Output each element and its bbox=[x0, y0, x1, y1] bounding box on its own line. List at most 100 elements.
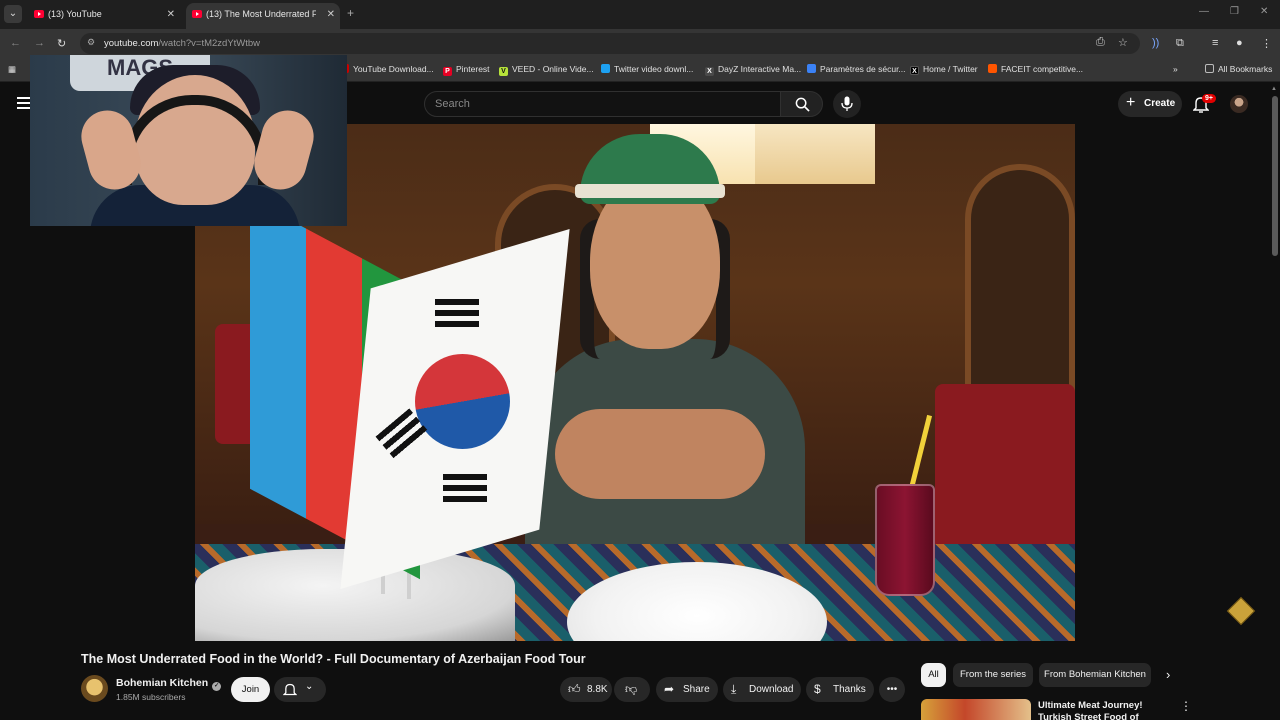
security-settings-icon bbox=[807, 64, 816, 73]
search-input[interactable]: Search bbox=[424, 91, 781, 117]
install-app-icon[interactable]: ⎙ bbox=[1096, 36, 1105, 49]
recommended-video-thumbnail[interactable] bbox=[921, 699, 1031, 720]
video-title: The Most Underrated Food in the World? -… bbox=[81, 652, 586, 666]
x-icon: X bbox=[910, 66, 919, 75]
faceit-icon bbox=[988, 64, 997, 73]
search-button[interactable] bbox=[780, 91, 823, 117]
youtube-favicon-icon bbox=[192, 10, 202, 18]
hamburger-menu-icon[interactable] bbox=[17, 97, 31, 109]
minimize-icon[interactable]: — bbox=[1199, 6, 1209, 17]
chip-all[interactable]: All bbox=[921, 663, 946, 687]
address-bar-row: ← → ↻ ⚙ youtube.com/watch?v=tM2zdYtWtbw … bbox=[0, 29, 1280, 58]
new-tab-icon[interactable]: + bbox=[347, 6, 354, 20]
bookmark-label: Paramètres de sécur... bbox=[820, 64, 906, 74]
more-vertical-icon[interactable]: ⋮ bbox=[1180, 699, 1192, 713]
like-count: 8.8K bbox=[587, 684, 608, 695]
dayz-icon: X bbox=[705, 67, 714, 76]
search-placeholder: Search bbox=[435, 98, 470, 110]
taegeuk-symbol bbox=[415, 354, 510, 449]
bookmark-home-twitter[interactable]: X Home / Twitter bbox=[910, 64, 978, 75]
subscription-bell-button[interactable]: ⌄ bbox=[274, 677, 326, 702]
thanks-label: Thanks bbox=[833, 684, 866, 695]
bookmark-star-icon[interactable]: ☆ bbox=[1118, 36, 1128, 49]
chevron-down-icon: ⌄ bbox=[305, 681, 314, 692]
download-label: Download bbox=[749, 684, 794, 695]
chevron-right-icon[interactable]: › bbox=[1166, 667, 1170, 682]
site-info-icon[interactable]: ⚙ bbox=[87, 37, 95, 48]
video-frame-chair bbox=[935, 384, 1075, 554]
browser-tab-bar: ⌄ (13) YouTube ✕ (13) The Most Underrate… bbox=[0, 0, 1280, 29]
video-frame-light bbox=[755, 124, 875, 184]
like-button[interactable]: 👍︎ 8.8K bbox=[560, 677, 612, 702]
share-arrow-icon: ➦ bbox=[664, 682, 675, 696]
bell-icon bbox=[283, 683, 297, 696]
all-bookmarks-label: All Bookmarks bbox=[1218, 64, 1273, 74]
browser-tab-video[interactable]: (13) The Most Underrated Food ✕ bbox=[186, 3, 340, 29]
browser-tab-youtube[interactable]: (13) YouTube ✕ bbox=[28, 3, 180, 29]
bookmark-dayz[interactable]: X DayZ Interactive Ma... bbox=[705, 64, 801, 76]
bookmark-label: FACEIT competitive... bbox=[1001, 64, 1084, 74]
plus-icon: + bbox=[1126, 94, 1136, 111]
bookmark-veed[interactable]: V VEED - Online Vide... bbox=[499, 64, 594, 76]
bookmark-faceit[interactable]: FACEIT competitive... bbox=[988, 64, 1083, 74]
scroll-up-arrow-icon[interactable]: ▲ bbox=[1271, 86, 1277, 92]
bookmark-youtube-download[interactable]: YouTube Download... bbox=[340, 64, 434, 74]
channel-name[interactable]: Bohemian Kitchen ✓ bbox=[116, 677, 222, 691]
tab-close-icon[interactable]: ✕ bbox=[167, 3, 175, 26]
tab-title: (13) YouTube bbox=[48, 9, 102, 19]
back-icon[interactable]: ← bbox=[10, 37, 21, 49]
search-icon bbox=[795, 97, 810, 112]
profile-icon[interactable]: ● bbox=[1236, 37, 1243, 49]
url-host: youtube.com bbox=[104, 38, 159, 49]
join-button[interactable]: Join bbox=[231, 677, 270, 702]
trigram bbox=[443, 474, 487, 504]
create-button[interactable]: + Create bbox=[1118, 91, 1182, 117]
voice-search-button[interactable] bbox=[833, 90, 861, 118]
bookmarks-overflow-icon[interactable]: » bbox=[1173, 64, 1178, 74]
reload-icon[interactable]: ↻ bbox=[57, 37, 66, 50]
scrollbar-thumb[interactable] bbox=[1272, 96, 1278, 256]
window-close-icon[interactable]: ✕ bbox=[1260, 6, 1268, 17]
restore-icon[interactable]: ❐ bbox=[1230, 6, 1239, 17]
extension-audio-icon[interactable]: )) bbox=[1152, 37, 1159, 49]
bookmark-security-settings[interactable]: Paramètres de sécur... bbox=[807, 64, 906, 74]
recommended-video-title[interactable]: Ultimate Meat Journey! Turkish Street Fo… bbox=[1038, 700, 1178, 720]
media-control-icon[interactable]: ≡ bbox=[1212, 37, 1218, 49]
video-frame-hands bbox=[555, 409, 765, 499]
chip-from-the-series[interactable]: From the series bbox=[953, 663, 1033, 687]
forward-icon[interactable]: → bbox=[34, 37, 45, 49]
download-icon: ⤓ bbox=[731, 682, 737, 696]
share-button[interactable]: ➦ Share bbox=[656, 677, 718, 702]
video-frame-juice-glass bbox=[875, 484, 935, 596]
thanks-button[interactable]: $ Thanks bbox=[806, 677, 874, 702]
chip-from-bohemian-kitchen[interactable]: From Bohemian Kitchen bbox=[1039, 663, 1151, 687]
tab-search-icon[interactable]: ⌄ bbox=[4, 5, 22, 23]
channel-avatar[interactable] bbox=[81, 675, 108, 702]
dislike-button[interactable]: 👎︎ bbox=[614, 677, 650, 702]
browser-menu-icon[interactable]: ⋮ bbox=[1261, 37, 1272, 50]
download-button[interactable]: ⤓ Download bbox=[723, 677, 801, 702]
bookmark-label: VEED - Online Vide... bbox=[512, 64, 594, 74]
account-avatar[interactable] bbox=[1230, 95, 1248, 113]
channel-watermark-icon[interactable] bbox=[1226, 596, 1256, 626]
verified-check-icon: ✓ bbox=[212, 682, 222, 691]
url-path: /watch?v=tM2zdYtWtbw bbox=[158, 38, 261, 49]
tab-title: (13) The Most Underrated Food bbox=[206, 9, 316, 19]
bookmark-label: Twitter video downl... bbox=[614, 64, 694, 74]
bookmark-twitter-download[interactable]: Twitter video downl... bbox=[601, 64, 693, 74]
video-info-area: The Most Underrated Food in the World? -… bbox=[0, 641, 1280, 720]
microphone-icon bbox=[841, 96, 853, 111]
all-bookmarks[interactable]: All Bookmarks bbox=[1205, 64, 1272, 74]
more-horizontal-icon: ••• bbox=[886, 684, 898, 695]
url-text: youtube.com/watch?v=tM2zdYtWtbw bbox=[104, 38, 260, 49]
apps-grid-icon[interactable]: ▦ bbox=[8, 64, 16, 75]
video-frame-cap-brim bbox=[575, 184, 725, 198]
bookmark-label: Home / Twitter bbox=[923, 64, 978, 74]
tab-close-icon[interactable]: ✕ bbox=[327, 3, 335, 26]
extensions-puzzle-icon[interactable]: ⧉ bbox=[1176, 37, 1184, 50]
more-actions-button[interactable]: ••• bbox=[879, 677, 905, 702]
subscriber-count: 1.85M subscribers bbox=[116, 692, 186, 702]
twitter-download-icon bbox=[601, 64, 610, 73]
bookmark-pinterest[interactable]: P Pinterest bbox=[443, 64, 490, 76]
url-field[interactable]: ⚙ youtube.com/watch?v=tM2zdYtWtbw ⎙ ☆ bbox=[80, 33, 1140, 54]
